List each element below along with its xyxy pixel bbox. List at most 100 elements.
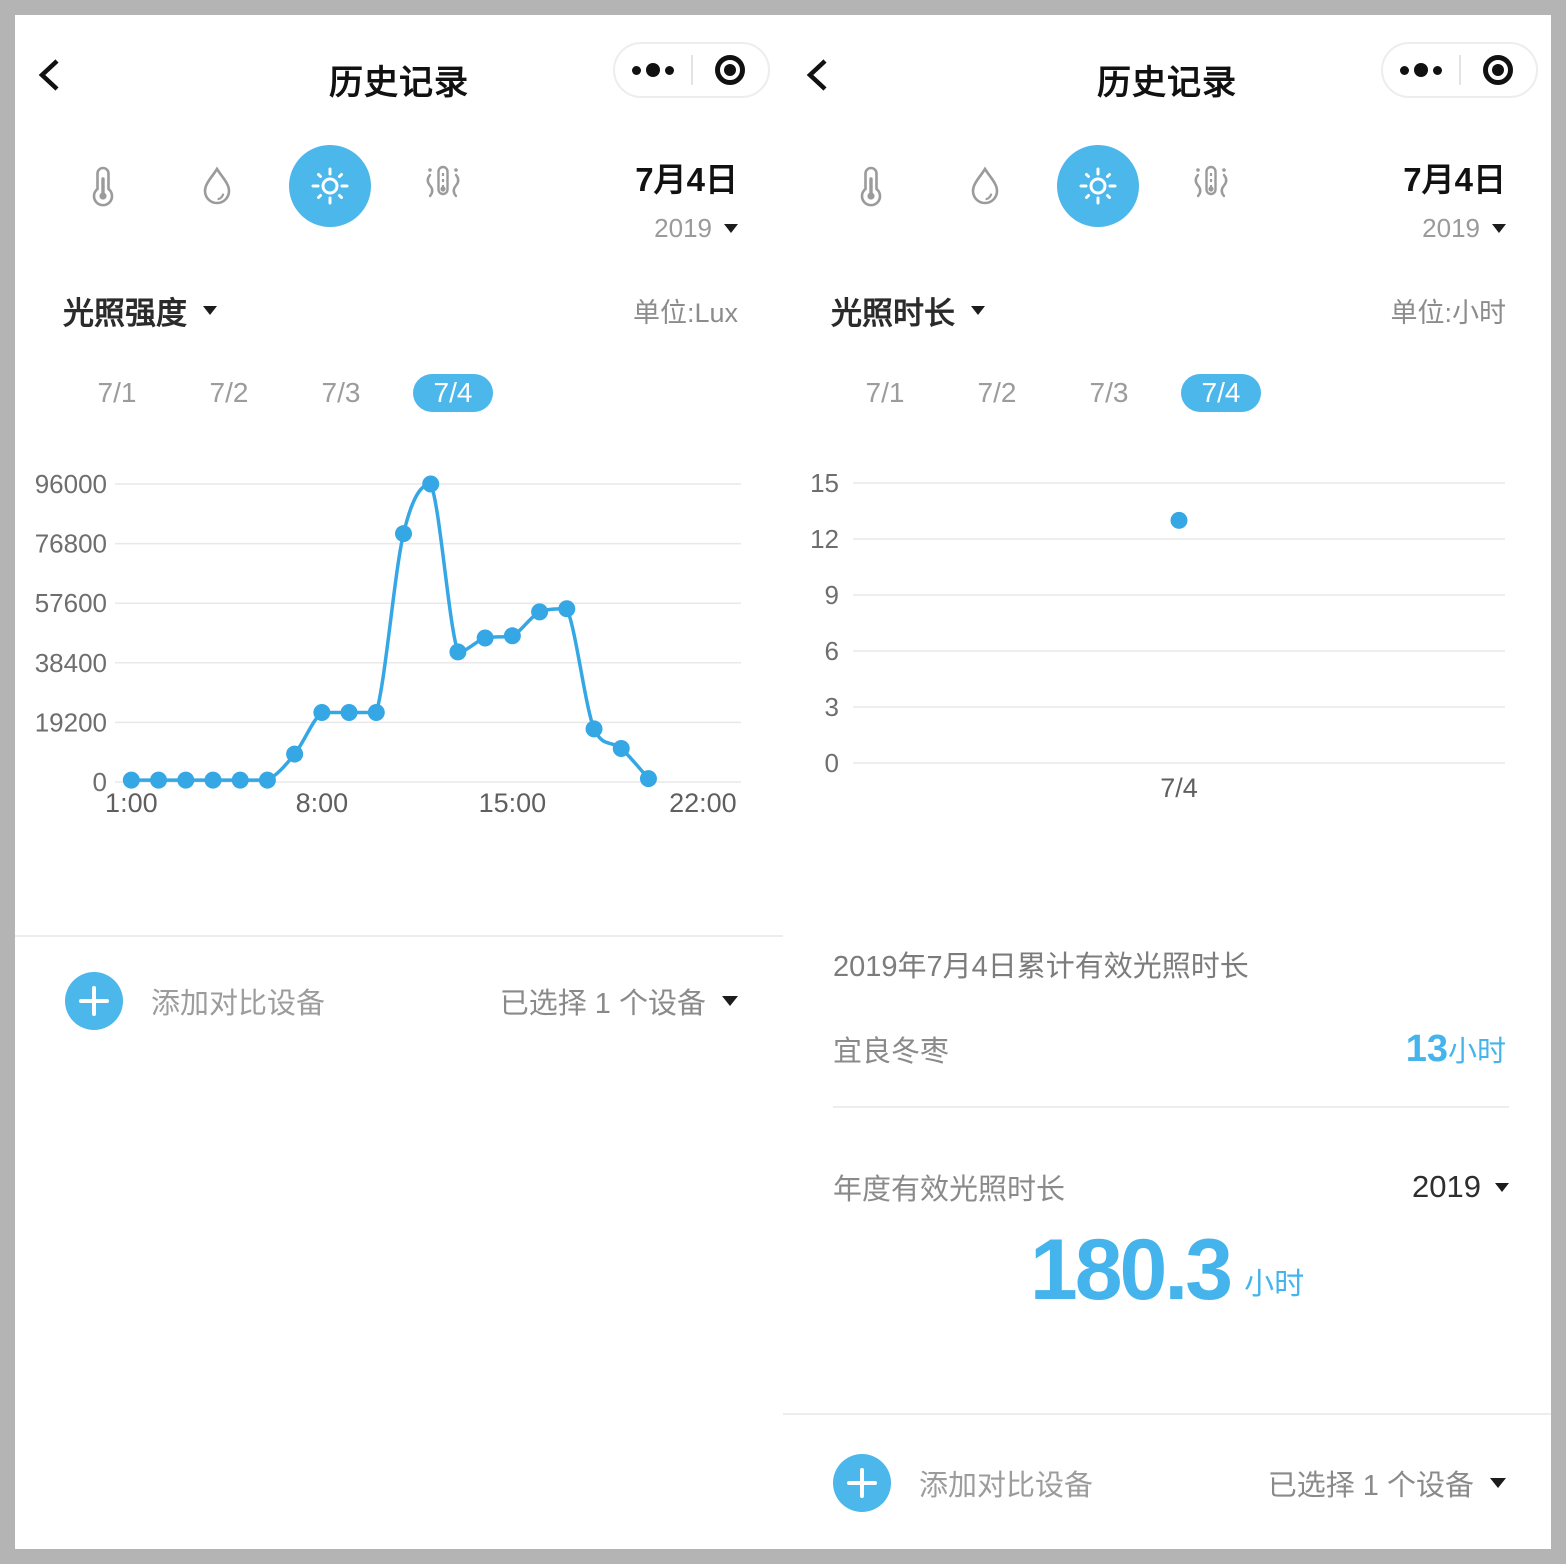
sensor-tab-light-selected[interactable] [289, 145, 371, 227]
more-dots-icon [1400, 63, 1442, 77]
selected-devices-label: 已选择 1 个设备 [1268, 1462, 1474, 1504]
sun-icon [308, 164, 352, 208]
day-tab-7-2[interactable]: 7/2 [941, 373, 1053, 413]
device-summary-row: 宜良冬枣 13 小时 [833, 1023, 1506, 1075]
date-label: 7月4日 [635, 153, 738, 201]
day-tab-7-4-selected[interactable]: 7/4 [1165, 373, 1277, 413]
sensor-tab-temperature[interactable] [81, 164, 125, 208]
compare-footer: 添加对比设备 已选择 1 个设备 [15, 963, 783, 1039]
caret-down-icon [203, 306, 217, 315]
divider [833, 1106, 1509, 1108]
sensor-tab-humidity[interactable] [195, 164, 239, 208]
date-label: 7月4日 [1403, 153, 1506, 201]
svg-text:15: 15 [810, 468, 839, 498]
caret-down-icon [1492, 224, 1506, 233]
right-panel: 历史记录 [783, 15, 1551, 1549]
year-dropdown[interactable]: 2019 [635, 213, 738, 244]
day-tabs: 7/1 7/2 7/3 7/4 [829, 373, 1277, 413]
metric-label: 光照时长 [831, 288, 955, 333]
capsule-home-button[interactable] [693, 44, 769, 96]
add-device-label: 添加对比设备 [151, 980, 325, 1022]
day-tab-7-4-selected[interactable]: 7/4 [397, 373, 509, 413]
light-duration-chart: 036912157/4 [783, 445, 1551, 835]
selected-devices-label: 已选择 1 个设备 [500, 980, 706, 1022]
more-dots-icon [632, 63, 674, 77]
wechat-capsule [1381, 42, 1538, 98]
annual-year-label: 2019 [1412, 1169, 1481, 1205]
soil-probe-icon [421, 164, 465, 208]
metric-dropdown[interactable]: 光照时长 [831, 288, 985, 333]
target-icon [715, 55, 745, 85]
target-icon [1483, 55, 1513, 85]
sun-icon [1076, 164, 1120, 208]
device-name: 宜良冬枣 [833, 1028, 949, 1070]
sensor-tab-temperature[interactable] [849, 164, 893, 208]
caret-down-icon [724, 224, 738, 233]
sensor-tab-soil[interactable] [1189, 164, 1233, 208]
caret-down-icon [722, 996, 738, 1006]
metric-label: 光照强度 [63, 288, 187, 333]
capsule-home-button[interactable] [1461, 44, 1537, 96]
day-tab-7-1[interactable]: 7/1 [61, 373, 173, 413]
annual-total: 180.3 小时 [783, 1227, 1551, 1313]
more-menu-button[interactable] [1383, 44, 1459, 96]
svg-text:57600: 57600 [35, 588, 107, 618]
svg-text:12: 12 [810, 524, 839, 554]
sensor-tab-soil[interactable] [421, 164, 465, 208]
svg-text:15:00: 15:00 [479, 788, 547, 818]
year-label: 2019 [1422, 213, 1480, 244]
day-tab-7-3[interactable]: 7/3 [1053, 373, 1165, 413]
svg-text:9: 9 [825, 580, 839, 610]
device-value-unit: 小时 [1448, 1028, 1506, 1070]
thermometer-icon [81, 164, 125, 208]
annual-label: 年度有效光照时长 [833, 1166, 1065, 1208]
more-menu-button[interactable] [615, 44, 691, 96]
annual-total-unit: 小时 [1244, 1259, 1304, 1313]
svg-text:1:00: 1:00 [105, 788, 158, 818]
water-drop-icon [195, 164, 239, 208]
annual-row: 年度有效光照时长 2019 [833, 1161, 1509, 1213]
caret-down-icon [1495, 1183, 1509, 1192]
svg-text:22:00: 22:00 [669, 788, 737, 818]
date-block: 7月4日 2019 [635, 153, 738, 244]
annual-year-dropdown[interactable]: 2019 [1412, 1169, 1509, 1205]
day-tabs: 7/1 7/2 7/3 7/4 [61, 373, 509, 413]
water-drop-icon [963, 164, 1007, 208]
metric-row: 光照时长 单位:小时 [831, 287, 1506, 333]
svg-text:76800: 76800 [35, 529, 107, 559]
selected-devices-dropdown[interactable]: 已选择 1 个设备 [500, 980, 738, 1022]
add-device-button[interactable] [833, 1454, 891, 1512]
light-intensity-chart: 019200384005760076800960001:008:0015:002… [15, 445, 783, 835]
svg-text:8:00: 8:00 [296, 788, 349, 818]
sensor-tab-humidity[interactable] [963, 164, 1007, 208]
sensor-tab-light-selected[interactable] [1057, 145, 1139, 227]
device-value-number: 13 [1406, 1028, 1448, 1071]
soil-probe-icon [1189, 164, 1233, 208]
svg-text:3: 3 [825, 692, 839, 722]
daily-summary-title: 2019年7月4日累计有效光照时长 [833, 943, 1506, 985]
svg-text:6: 6 [825, 636, 839, 666]
screenshot-frame: 历史记录 [0, 0, 1566, 1564]
wechat-capsule [613, 42, 770, 98]
device-value: 13 小时 [1406, 1028, 1506, 1071]
unit-label: 单位:Lux [633, 291, 738, 330]
svg-text:19200: 19200 [35, 707, 107, 737]
year-label: 2019 [654, 213, 712, 244]
selected-devices-dropdown[interactable]: 已选择 1 个设备 [1268, 1462, 1506, 1504]
dual-screens: 历史记录 [15, 15, 1551, 1549]
annual-total-number: 180.3 [1030, 1227, 1230, 1313]
metric-row: 光照强度 单位:Lux [63, 287, 738, 333]
day-tab-7-3[interactable]: 7/3 [285, 373, 397, 413]
caret-down-icon [1490, 1478, 1506, 1488]
left-panel: 历史记录 [15, 15, 783, 1549]
divider [783, 1413, 1551, 1415]
svg-text:0: 0 [825, 748, 839, 778]
year-dropdown[interactable]: 2019 [1403, 213, 1506, 244]
day-tab-7-2[interactable]: 7/2 [173, 373, 285, 413]
add-device-button[interactable] [65, 972, 123, 1030]
metric-dropdown[interactable]: 光照强度 [63, 288, 217, 333]
svg-text:96000: 96000 [35, 469, 107, 499]
divider [15, 935, 783, 937]
day-tab-7-1[interactable]: 7/1 [829, 373, 941, 413]
caret-down-icon [971, 306, 985, 315]
